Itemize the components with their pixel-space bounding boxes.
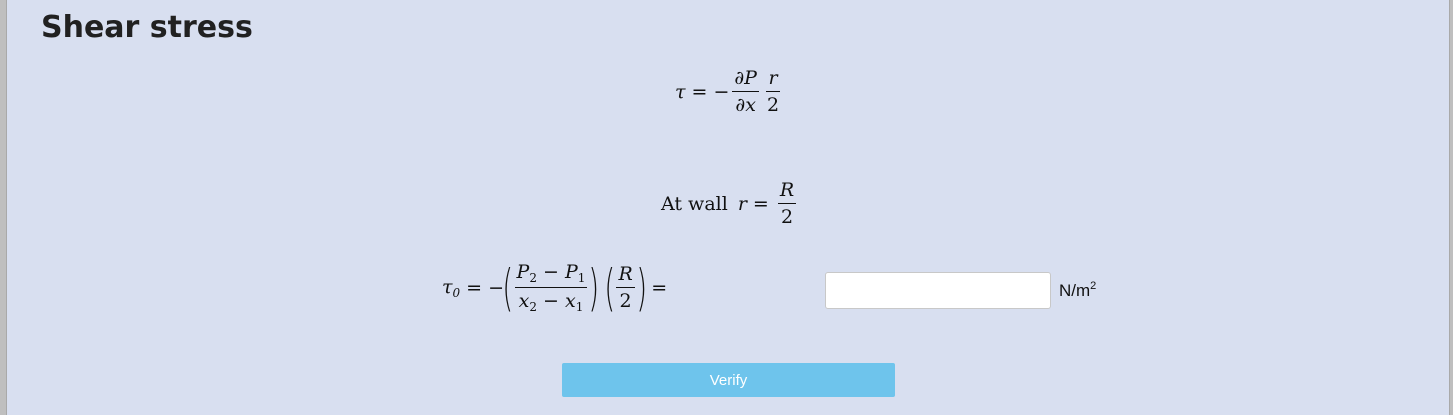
radius-fraction: r 2 — [765, 68, 781, 116]
at-wall-text: At wall — [661, 192, 728, 215]
fraction-denominator: 2 — [766, 93, 780, 116]
pressure-gradient-fraction: ∂P ∂x — [732, 68, 759, 116]
verify-button[interactable]: Verify — [562, 363, 895, 397]
equals-sign: = — [466, 277, 483, 300]
half-radius-fraction: R 2 — [616, 264, 635, 313]
fraction-numerator: ∂P — [732, 68, 759, 92]
fraction-numerator: P2 − P1 — [514, 262, 588, 289]
fraction-numerator: r — [766, 68, 780, 92]
pressure-difference-fraction: P2 − P1 x2 − x1 — [514, 262, 588, 315]
wall-condition-equation: At wall r = R 2 — [661, 180, 799, 228]
tau-symbol: τ — [675, 80, 686, 103]
left-paren: ( — [604, 259, 616, 318]
fraction-numerator: R — [777, 180, 797, 204]
wall-shear-stress-equation: τ0 = − ( P2 − P1 x2 − x1 ) ( R 2 ) = — [442, 262, 673, 314]
equals-sign: = — [752, 192, 769, 215]
wall-radius-fraction: R 2 — [777, 180, 797, 228]
unit-label: N/m2 — [1059, 280, 1097, 300]
right-paren: ) — [636, 259, 647, 318]
tau-zero-symbol: τ0 — [442, 276, 461, 301]
shear-stress-equation: τ = − ∂P ∂x r 2 — [675, 68, 784, 116]
fraction-denominator: 2 — [619, 290, 632, 313]
fraction-numerator: R — [616, 264, 635, 289]
equals-sign: = — [651, 277, 668, 300]
fraction-denominator: ∂x — [735, 93, 756, 116]
content-panel: Shear stress τ = − ∂P ∂x r 2 At wall r =… — [6, 0, 1450, 415]
right-paren: ) — [588, 259, 600, 318]
radius-symbol: r — [737, 192, 747, 215]
minus-sign: − — [713, 80, 730, 103]
fraction-denominator: x2 − x1 — [518, 290, 584, 315]
fraction-denominator: 2 — [780, 205, 794, 228]
left-paren: ( — [502, 259, 514, 318]
answer-input[interactable] — [825, 272, 1051, 309]
page-title: Shear stress — [41, 10, 253, 45]
equals-sign: = — [691, 80, 708, 103]
